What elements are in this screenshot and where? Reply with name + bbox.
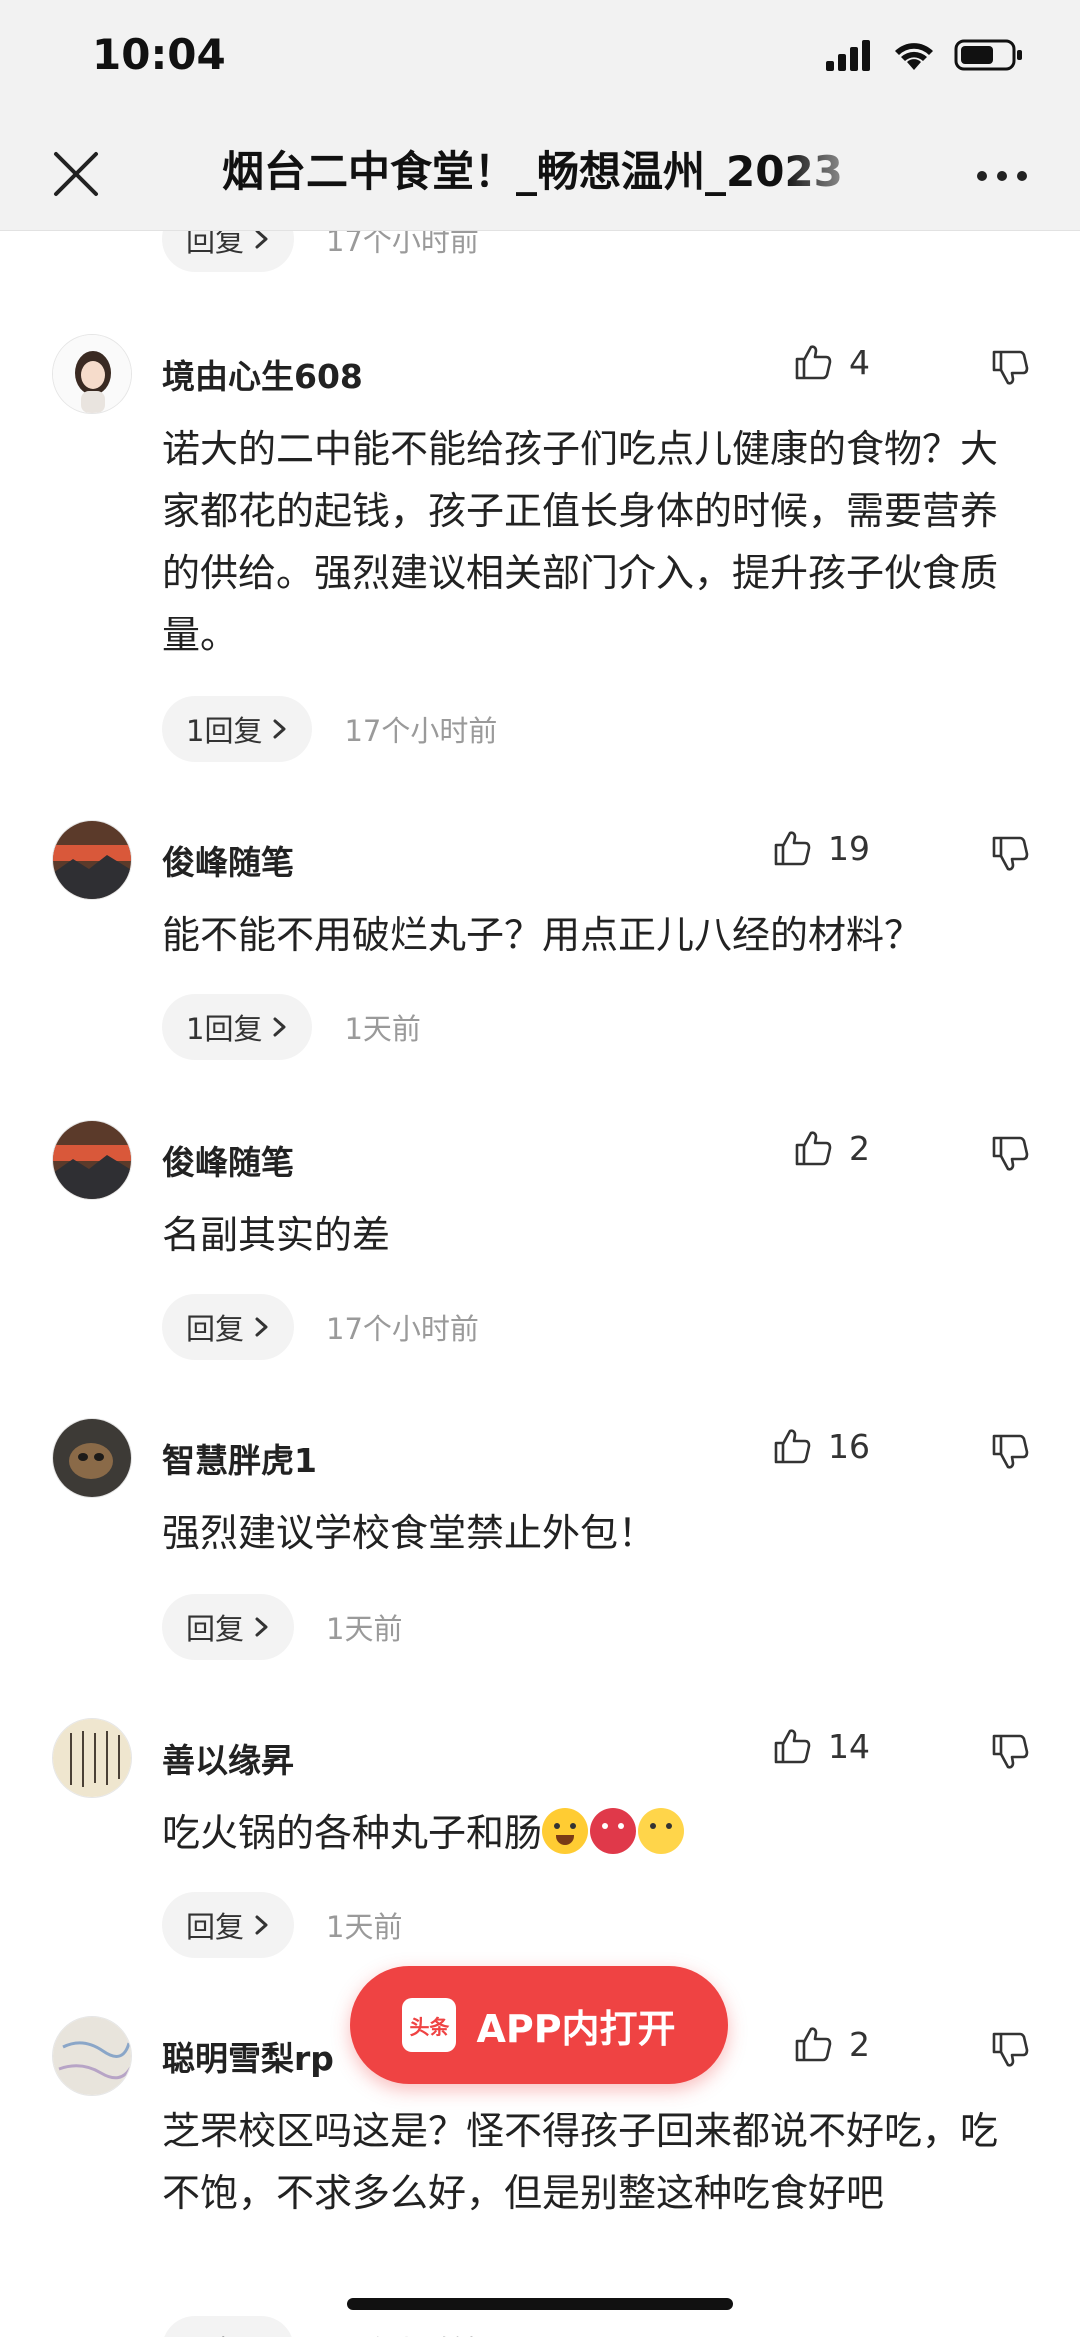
like-count: 2 bbox=[849, 2024, 870, 2064]
avatar[interactable] bbox=[52, 1718, 132, 1798]
avatar[interactable] bbox=[52, 2016, 132, 2096]
comment-time: 1天前 bbox=[344, 1012, 421, 1046]
reply-label: 回复 bbox=[186, 2328, 244, 2337]
thumbs-down-icon[interactable] bbox=[990, 348, 1030, 388]
thumbs-up-icon bbox=[795, 2027, 832, 2062]
navigation-bar: 烟台二中食堂！_畅想温州_2023 bbox=[0, 120, 1080, 231]
like-button[interactable]: 4 bbox=[793, 342, 870, 382]
status-icons bbox=[824, 38, 1024, 72]
thumbs-down-icon[interactable] bbox=[990, 2030, 1030, 2070]
comment-text: 能不能不用破烂丸子？用点正儿八经的材料？ bbox=[162, 913, 923, 957]
angry-emoji bbox=[590, 1808, 637, 1854]
avatar[interactable] bbox=[52, 334, 132, 414]
reply-button[interactable]: 回复 bbox=[162, 1594, 295, 1660]
like-button[interactable]: 16 bbox=[772, 1426, 870, 1466]
like-count: 16 bbox=[828, 1426, 870, 1466]
like-count: 14 bbox=[828, 1726, 870, 1766]
reply-label: 回复 bbox=[186, 230, 245, 258]
comment-text: 诺大的二中能不能给孩子们吃点儿健康的食物？大家都花的起钱，孩子正值长身体的时候，… bbox=[162, 427, 999, 657]
comment-text: 吃火锅的各种丸子和肠 bbox=[162, 1802, 1012, 1864]
comment-time: 22个小时前 bbox=[326, 2328, 479, 2337]
page-title: 烟台二中食堂！_畅想温州_2023 bbox=[222, 147, 843, 196]
close-icon[interactable] bbox=[48, 146, 104, 202]
status-time: 10:04 bbox=[92, 30, 226, 79]
chevron-right-icon bbox=[255, 1317, 268, 1337]
reply-button[interactable]: 回复 bbox=[162, 2316, 295, 2337]
comment-username[interactable]: 智慧胖虎1 bbox=[162, 1434, 317, 1482]
like-button[interactable]: 19 bbox=[772, 828, 870, 868]
reply-label: 1回复 bbox=[186, 1012, 263, 1046]
chevron-right-icon bbox=[273, 1017, 286, 1037]
like-count: 2 bbox=[849, 1128, 870, 1168]
comment-footer: 回复 17个小时前 bbox=[162, 1294, 479, 1360]
partial-comment-footer: 回复 17个小时前 bbox=[162, 230, 479, 272]
reply-button[interactable]: 回复 bbox=[162, 1294, 295, 1360]
comment-time: 17个小时前 bbox=[344, 714, 498, 748]
thumbs-down-icon[interactable] bbox=[990, 1732, 1030, 1772]
comment-username[interactable]: 聪明雪梨rp bbox=[162, 2032, 334, 2080]
more-options-icon[interactable] bbox=[974, 156, 1030, 196]
thumbs-down-icon[interactable] bbox=[990, 1134, 1030, 1174]
chevron-right-icon bbox=[273, 719, 286, 739]
reply-button[interactable]: 回复 bbox=[162, 230, 295, 272]
thumbs-up-icon bbox=[774, 1729, 811, 1764]
thumbs-down-icon[interactable] bbox=[990, 1432, 1030, 1472]
comment-footer: 回复 1天前 bbox=[162, 1892, 402, 1958]
comment-footer: 回复 1天前 bbox=[162, 1594, 402, 1660]
open-in-app-button[interactable]: 头条 APP内打开 bbox=[350, 1966, 728, 2084]
comment-time: 17个小时前 bbox=[326, 230, 479, 258]
comment-footer: 1回复 1天前 bbox=[162, 994, 421, 1060]
status-bar: 10:04 bbox=[0, 0, 1080, 120]
battery-icon bbox=[954, 39, 1022, 71]
astonished-emoji bbox=[638, 1808, 685, 1854]
wifi-icon bbox=[895, 43, 933, 70]
home-indicator[interactable] bbox=[347, 2298, 733, 2310]
avatar[interactable] bbox=[52, 1418, 132, 1498]
like-button[interactable]: 14 bbox=[772, 1726, 870, 1766]
avatar[interactable] bbox=[52, 820, 132, 900]
chevron-right-icon bbox=[255, 1617, 268, 1637]
comment-username[interactable]: 俊峰随笔 bbox=[162, 1136, 294, 1184]
reply-label: 1回复 bbox=[186, 714, 263, 748]
comment-username[interactable]: 境由心生608 bbox=[162, 350, 363, 398]
laugh-crying-emoji bbox=[542, 1808, 589, 1854]
comment-username[interactable]: 俊峰随笔 bbox=[162, 836, 294, 884]
reply-label: 回复 bbox=[186, 1312, 245, 1346]
like-button[interactable]: 2 bbox=[793, 1128, 870, 1168]
cellular-signal-icon bbox=[826, 40, 870, 71]
like-count: 19 bbox=[828, 828, 870, 868]
like-count: 4 bbox=[849, 342, 870, 382]
like-button[interactable]: 2 bbox=[793, 2024, 870, 2064]
reply-button[interactable]: 回复 bbox=[162, 1892, 295, 1958]
reply-label: 回复 bbox=[186, 1612, 245, 1646]
avatar[interactable] bbox=[52, 1120, 132, 1200]
chevron-right-icon bbox=[255, 1915, 268, 1935]
comment-time: 1天前 bbox=[326, 1612, 403, 1646]
comment-time: 17个小时前 bbox=[326, 1312, 479, 1346]
thumbs-up-icon bbox=[774, 1429, 811, 1464]
thumbs-down-icon[interactable] bbox=[990, 834, 1030, 874]
comment-footer: 回复 22个小时前 bbox=[162, 2316, 479, 2337]
comment-username[interactable]: 善以缘昇 bbox=[162, 1734, 294, 1782]
comment-text: 强烈建议学校食堂禁止外包！ bbox=[162, 1511, 657, 1555]
toutiao-logo-icon: 头条 bbox=[402, 1998, 457, 2052]
comment-text: 芝罘校区吗这是？怪不得孩子回来都说不好吃，吃不饱，不求多么好，但是别整这种吃食好… bbox=[162, 2109, 999, 2215]
thumbs-up-icon bbox=[795, 1131, 832, 1166]
reply-button[interactable]: 1回复 bbox=[162, 994, 313, 1060]
reply-button[interactable]: 1回复 bbox=[162, 696, 313, 762]
open-in-app-label: APP内打开 bbox=[476, 2006, 676, 2051]
thumbs-up-icon bbox=[795, 345, 832, 380]
comment-text-content: 吃火锅的各种丸子和肠 bbox=[162, 1811, 543, 1855]
comment-text: 名副其实的差 bbox=[162, 1213, 391, 1257]
comment-time: 1天前 bbox=[326, 1910, 403, 1944]
chevron-right-icon bbox=[255, 230, 268, 249]
comment-footer: 1回复 17个小时前 bbox=[162, 696, 497, 762]
reply-label: 回复 bbox=[186, 1910, 245, 1944]
thumbs-up-icon bbox=[774, 831, 811, 866]
